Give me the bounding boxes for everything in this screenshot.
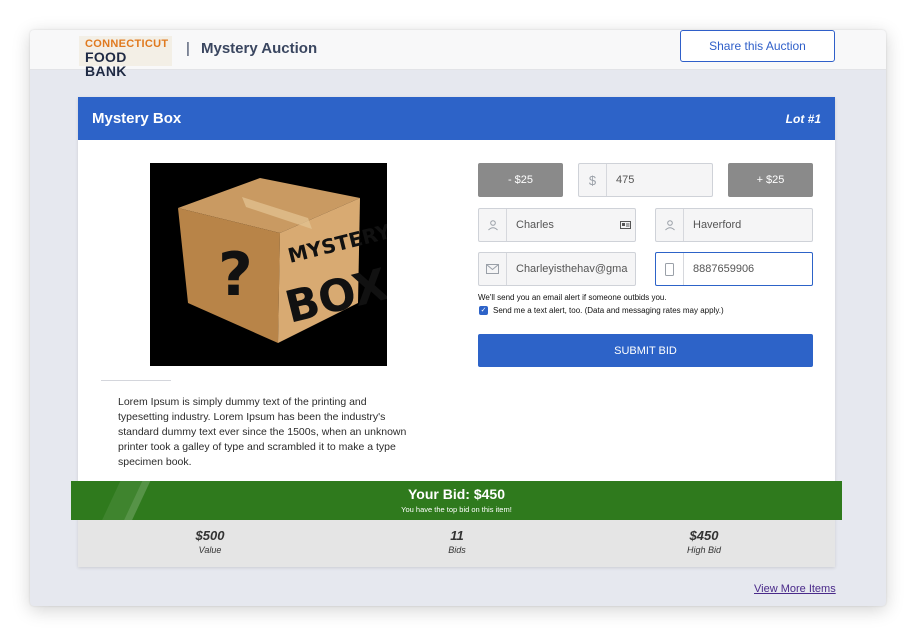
page-title: Mystery Auction (201, 40, 318, 57)
stat-label: Value (198, 545, 222, 555)
item-header: Mystery Box Lot #1 (78, 97, 835, 140)
view-more-items-link[interactable]: View More Items (754, 583, 836, 595)
bid-amount-field[interactable]: $ 475 (578, 163, 713, 197)
user-icon (656, 209, 684, 241)
first-name-value: Charles (516, 219, 554, 231)
your-bid-text: Your Bid: $450 (408, 486, 505, 502)
lot-number: Lot #1 (785, 112, 821, 126)
email-value: Charleyisthehav@gma (516, 263, 628, 275)
text-alert-checkbox[interactable]: ✓ (479, 306, 488, 315)
description-divider (101, 380, 171, 381)
stat-value: $500 Value (110, 528, 310, 555)
first-name-field[interactable]: Charles (478, 208, 636, 242)
user-icon (479, 209, 507, 241)
stat-high-bid: $450 High Bid (604, 528, 804, 555)
item-description: Lorem Ipsum is simply dummy text of the … (118, 396, 407, 468)
phone-field[interactable]: 8887659906 (655, 252, 813, 286)
product-image: ? MYSTERY BOX (150, 163, 387, 366)
bid-amount-value: 475 (616, 174, 635, 186)
stat-bids: 11 Bids (357, 528, 557, 555)
dollar-icon: $ (579, 164, 607, 196)
stat-number: $450 (689, 528, 719, 543)
stat-number: 11 (450, 528, 464, 543)
phone-icon (656, 253, 684, 285)
envelope-icon (479, 253, 507, 285)
question-mark-glyph: ? (218, 240, 253, 310)
last-name-value: Haverford (693, 219, 742, 231)
stat-label: High Bid (686, 545, 722, 555)
title-divider: | (186, 40, 190, 57)
app-window: CONNECTICUT FOOD BANK | Mystery Auction … (30, 30, 886, 606)
bid-status-banner: Your Bid: $450 You have the top bid on t… (71, 481, 842, 520)
increase-bid-button[interactable]: + $25 (728, 163, 813, 197)
decrease-bid-button[interactable]: - $25 (478, 163, 563, 197)
stat-number: $500 (195, 528, 225, 543)
logo: CONNECTICUT FOOD BANK (79, 36, 172, 78)
phone-value: 8887659906 (693, 263, 755, 275)
mystery-box-illustration: ? MYSTERY BOX (178, 178, 387, 343)
stat-label: Bids (448, 545, 466, 555)
share-auction-button[interactable]: Share this Auction (680, 30, 835, 62)
logo-line-2: FOOD BANK (85, 49, 127, 79)
email-alert-note: We'll send you an email alert if someone… (478, 293, 667, 302)
text-alert-label: Send me a text alert, too. (Data and mes… (493, 306, 724, 315)
item-title: Mystery Box (92, 110, 182, 127)
last-name-field[interactable]: Haverford (655, 208, 813, 242)
stats-bar: $500 Value 11 Bids $450 High Bid (78, 520, 835, 567)
submit-bid-button[interactable]: SUBMIT BID (478, 334, 813, 367)
text-alert-option[interactable]: ✓ Send me a text alert, too. (Data and m… (479, 306, 724, 315)
contact-card-icon[interactable] (615, 221, 635, 229)
top-bar: CONNECTICUT FOOD BANK | Mystery Auction … (30, 30, 886, 78)
email-field[interactable]: Charleyisthehav@gma (478, 252, 636, 286)
top-bid-message: You have the top bid on this item! (401, 505, 512, 514)
